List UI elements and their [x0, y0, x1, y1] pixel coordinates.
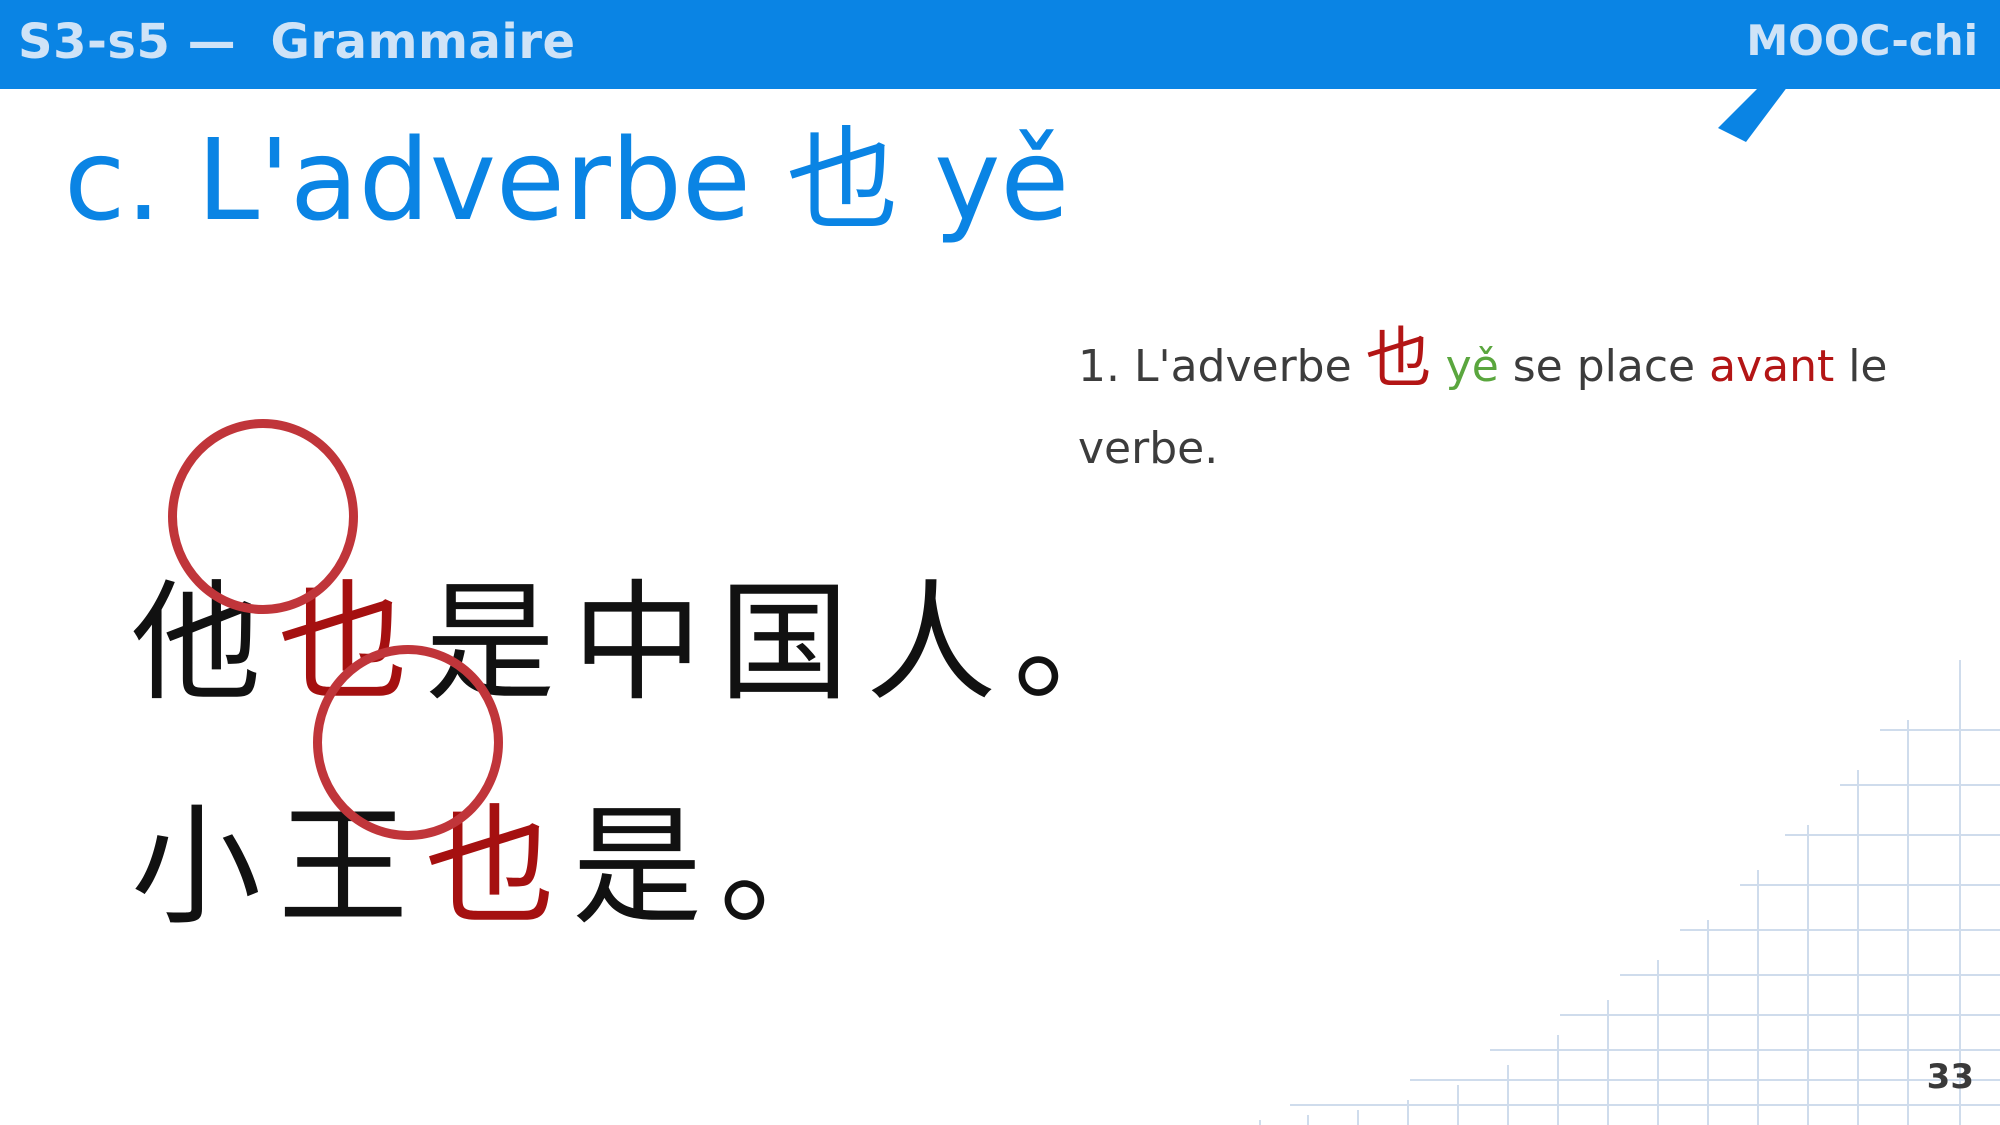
explanation-pinyin: yě	[1445, 341, 1499, 392]
page-number: 33	[1926, 1057, 1974, 1097]
title-prefix: c. L'adverbe	[64, 116, 787, 246]
sentence-char: 。	[719, 791, 850, 943]
sentence-char: 。	[1013, 567, 1144, 719]
explanation-part2: se place	[1498, 341, 1710, 392]
explanation-text: 1. L'adverbe 也 yě se place avant le verb…	[1078, 318, 1938, 490]
highlight-circle	[168, 419, 358, 614]
explanation-hanzi: 也	[1365, 320, 1432, 397]
sentence-char: 是	[572, 791, 703, 943]
brand-tick-decoration	[1718, 86, 1788, 142]
sentence-char: 小	[131, 791, 262, 943]
section-label: S3-s5 — Grammaire	[18, 14, 576, 70]
explanation-emphasis: avant	[1709, 341, 1835, 392]
brand-label: MOOC-chi	[1746, 16, 1978, 65]
explanation-part1: 1. L'adverbe	[1078, 341, 1366, 392]
grid-decoration	[1259, 660, 2000, 1125]
sentence-char: 人	[866, 567, 997, 719]
header-bar: S3-s5 — Grammaire MOOC-chi	[0, 0, 2000, 89]
title-pinyin: yě	[898, 116, 1070, 246]
slide-title: c. L'adverbe 也 yě	[64, 119, 1069, 243]
highlight-circle	[313, 645, 503, 840]
title-hanzi: 也	[786, 116, 899, 246]
